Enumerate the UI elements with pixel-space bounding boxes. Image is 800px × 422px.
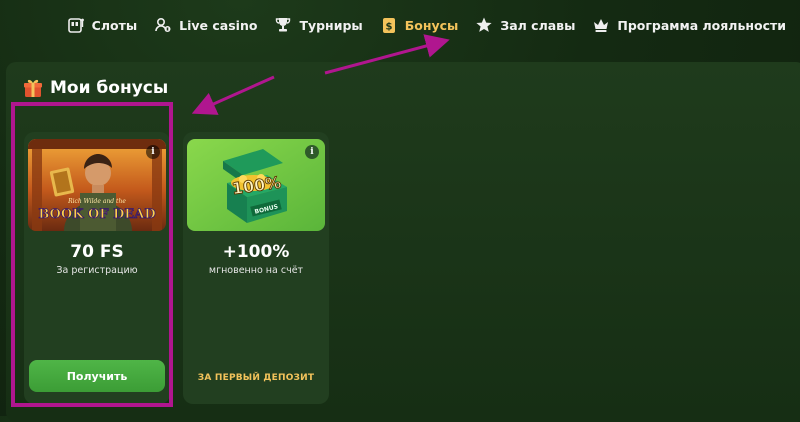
live-casino-icon <box>153 15 173 35</box>
bonus-chest-image: 100% BONUS i <box>187 139 325 231</box>
slot-machine-icon <box>66 15 86 35</box>
bonus-description: мгновенно на счёт <box>208 265 304 276</box>
nav-label: Live casino <box>179 17 258 33</box>
first-deposit-label: ЗА ПЕРВЫЙ ДЕПОЗИТ <box>197 373 315 383</box>
nav-item-live-casino[interactable]: Live casino <box>153 15 257 35</box>
bonus-description: За регистрацию <box>56 265 138 276</box>
top-navigation: Слоты Live casino Турниры $ Бонусы Зал с… <box>0 0 800 50</box>
claim-button[interactable]: Получить <box>29 360 165 392</box>
page-title: Мои бонусы <box>50 78 169 98</box>
nav-label: Программа лояльности <box>617 17 786 33</box>
nav-item-bonuses[interactable]: $ Бонусы <box>379 15 459 35</box>
game-subtitle: Rich Wilde and the <box>67 198 126 205</box>
gift-icon <box>22 77 44 99</box>
nav-item-loyalty-program[interactable]: Программа лояльности <box>591 15 786 35</box>
info-icon[interactable]: i <box>146 145 160 159</box>
bonus-card-registration: Rich Wilde and the BOOK OF DEAD i 70 FS … <box>24 132 170 404</box>
info-icon[interactable]: i <box>305 145 319 159</box>
section-title: Мои бонусы <box>22 77 168 99</box>
svg-text:$: $ <box>385 22 392 33</box>
star-icon <box>474 15 494 35</box>
nav-label: Зал славы <box>500 17 576 33</box>
nav-item-tournaments[interactable]: Турниры <box>273 15 363 35</box>
game-title: BOOK OF DEAD <box>38 207 155 222</box>
bonus-value: 70 FS <box>70 242 124 262</box>
bonus-value: +100% <box>222 242 290 262</box>
book-of-dead-image: Rich Wilde and the BOOK OF DEAD i <box>28 139 166 231</box>
nav-item-slots[interactable]: Слоты <box>66 15 137 35</box>
nav-label: Турниры <box>299 17 363 33</box>
bonus-icon: $ <box>379 15 399 35</box>
nav-item-hall-of-fame[interactable]: Зал славы <box>474 15 575 35</box>
nav-label: Слоты <box>91 17 138 33</box>
crown-icon <box>591 15 611 35</box>
trophy-icon <box>273 15 293 35</box>
nav-label: Бонусы <box>404 17 459 33</box>
bonus-card-first-deposit: 100% BONUS i +100% мгновенно на счёт ЗА … <box>183 132 329 404</box>
